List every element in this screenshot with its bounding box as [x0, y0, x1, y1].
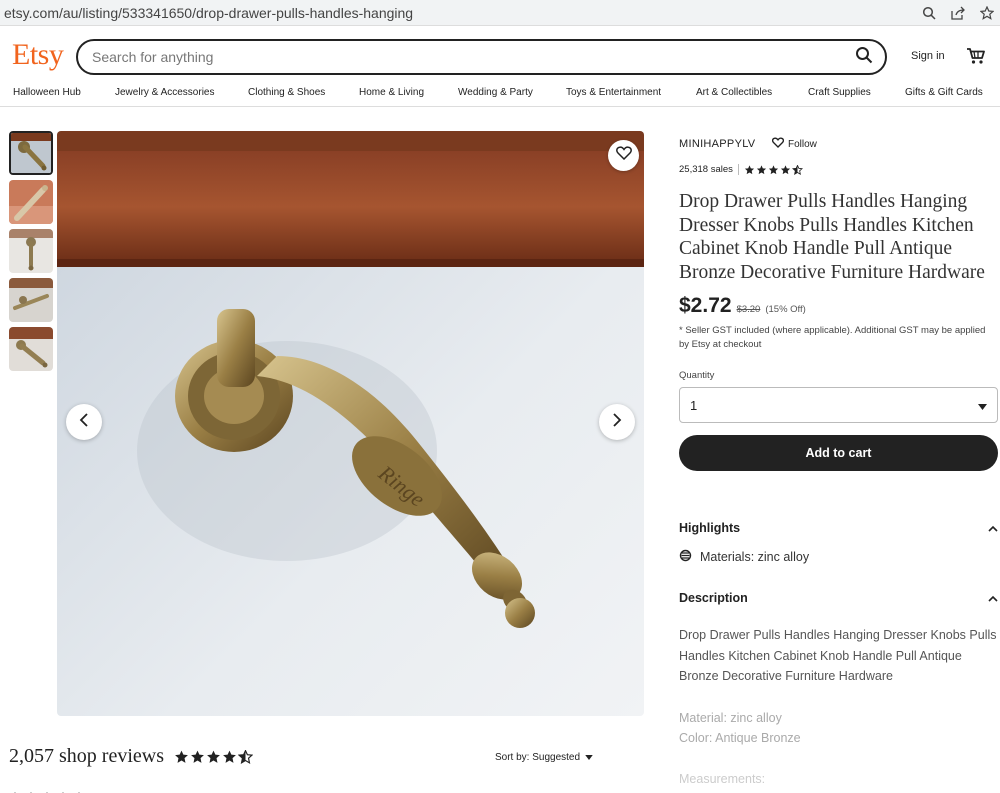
description-color: Color: Antique Bronze [679, 731, 801, 745]
thumbnail-strip [9, 131, 53, 376]
previous-image-button[interactable] [66, 404, 102, 440]
caret-down-icon [978, 398, 987, 413]
reviews-count: 2,057 shop reviews [9, 745, 164, 767]
add-to-cart-button[interactable]: Add to cart [679, 435, 998, 471]
sign-in-link[interactable]: Sign in [911, 50, 945, 62]
quantity-select[interactable]: 1 [679, 387, 998, 423]
quantity-value: 1 [690, 397, 698, 413]
chevron-up-icon [988, 591, 998, 605]
discount-label: (15% Off) [765, 304, 806, 315]
bookmark-star-icon[interactable] [980, 5, 994, 20]
half-star-icon [791, 164, 803, 175]
highlights-heading: Highlights [679, 521, 741, 535]
nav-item-home-living[interactable]: Home & Living [359, 87, 424, 98]
shop-name[interactable]: MINIHAPPYLV [679, 138, 755, 150]
search-input[interactable] [92, 49, 855, 65]
browser-address-bar: etsy.com/au/listing/533341650/drop-drawe… [0, 0, 1000, 26]
shop-reviews-header: 2,057 shop reviews [9, 745, 253, 768]
search-icon[interactable] [855, 46, 873, 69]
follow-label: Follow [788, 138, 817, 150]
listing-title: Drop Drawer Pulls Handles Hanging Dresse… [679, 191, 985, 283]
nav-item-craft-supplies[interactable]: Craft Supplies [808, 87, 871, 98]
sales-count: 25,318 sales [679, 164, 733, 175]
thumbnail-3[interactable] [9, 229, 53, 273]
gst-note: * Seller GST included (where applicable)… [679, 325, 986, 350]
next-image-button[interactable] [599, 404, 635, 440]
half-star-icon [237, 749, 253, 764]
highlights-header[interactable]: Highlights [679, 521, 998, 535]
thumbnail-2[interactable] [9, 180, 53, 224]
shop-rating-stars[interactable] [744, 164, 803, 175]
reviews-rating-stars [174, 749, 253, 764]
description-material: Material: zinc alloy [679, 711, 782, 725]
description-text: Drop Drawer Pulls Handles Hanging Dresse… [679, 628, 997, 683]
materials-highlight: Materials: zinc alloy [679, 549, 809, 565]
description-header[interactable]: Description [679, 591, 998, 605]
star-icon [207, 750, 220, 763]
original-price: $3.20 [736, 304, 761, 315]
zoom-icon[interactable] [922, 6, 936, 20]
nav-item-art[interactable]: Art & Collectibles [696, 87, 772, 98]
chevron-up-icon [988, 521, 998, 535]
nav-item-jewelry[interactable]: Jewelry & Accessories [115, 87, 214, 98]
nav-item-clothing[interactable]: Clothing & Shoes [248, 87, 325, 98]
sort-by-label: Sort by: Suggested [495, 752, 581, 763]
star-icon [768, 164, 778, 174]
product-image[interactable]: Ringe [57, 131, 644, 716]
description-measurements: Measurements: [679, 772, 766, 786]
cart-icon[interactable] [966, 47, 986, 70]
search-bar[interactable] [76, 39, 887, 75]
heart-icon [615, 146, 632, 165]
star-icon [191, 750, 204, 763]
thumbnail-4[interactable] [9, 278, 53, 322]
nav-item-halloween-hub[interactable]: Halloween Hub [13, 87, 81, 98]
nav-item-toys[interactable]: Toys & Entertainment [566, 87, 661, 98]
etsy-logo[interactable]: Etsy [12, 38, 64, 72]
share-icon[interactable] [950, 6, 966, 20]
chevron-left-icon [79, 412, 89, 432]
nav-item-wedding[interactable]: Wedding & Party [458, 87, 533, 98]
sort-by-dropdown[interactable]: Sort by: Suggested [495, 752, 593, 763]
follow-button[interactable]: Follow [771, 137, 817, 151]
star-icon [780, 164, 790, 174]
quantity-label: Quantity [679, 370, 715, 381]
heart-icon [771, 137, 785, 151]
favorite-button[interactable] [608, 140, 639, 171]
materials-icon [679, 549, 692, 565]
star-icon [756, 164, 766, 174]
shop-sales-rating: 25,318 sales [679, 164, 803, 175]
current-price: $2.72 [679, 294, 732, 317]
star-icon [223, 750, 236, 763]
thumbnail-5[interactable] [9, 327, 53, 371]
url-field[interactable]: etsy.com/au/listing/533341650/drop-drawe… [0, 5, 922, 21]
divider [737, 164, 739, 175]
nav-item-gifts[interactable]: Gifts & Gift Cards [905, 87, 983, 98]
chevron-right-icon [612, 412, 622, 432]
star-icon [175, 750, 188, 763]
review-stars-partial [9, 786, 89, 793]
caret-down-icon [585, 752, 593, 763]
star-icon [744, 164, 754, 174]
price-row: $2.72 $3.20 (15% Off) [679, 294, 806, 318]
thumbnail-1[interactable] [9, 131, 53, 175]
description-heading: Description [679, 591, 748, 605]
category-nav: Halloween Hub Jewelry & Accessories Clot… [0, 85, 1000, 107]
materials-text: Materials: zinc alloy [700, 550, 810, 564]
